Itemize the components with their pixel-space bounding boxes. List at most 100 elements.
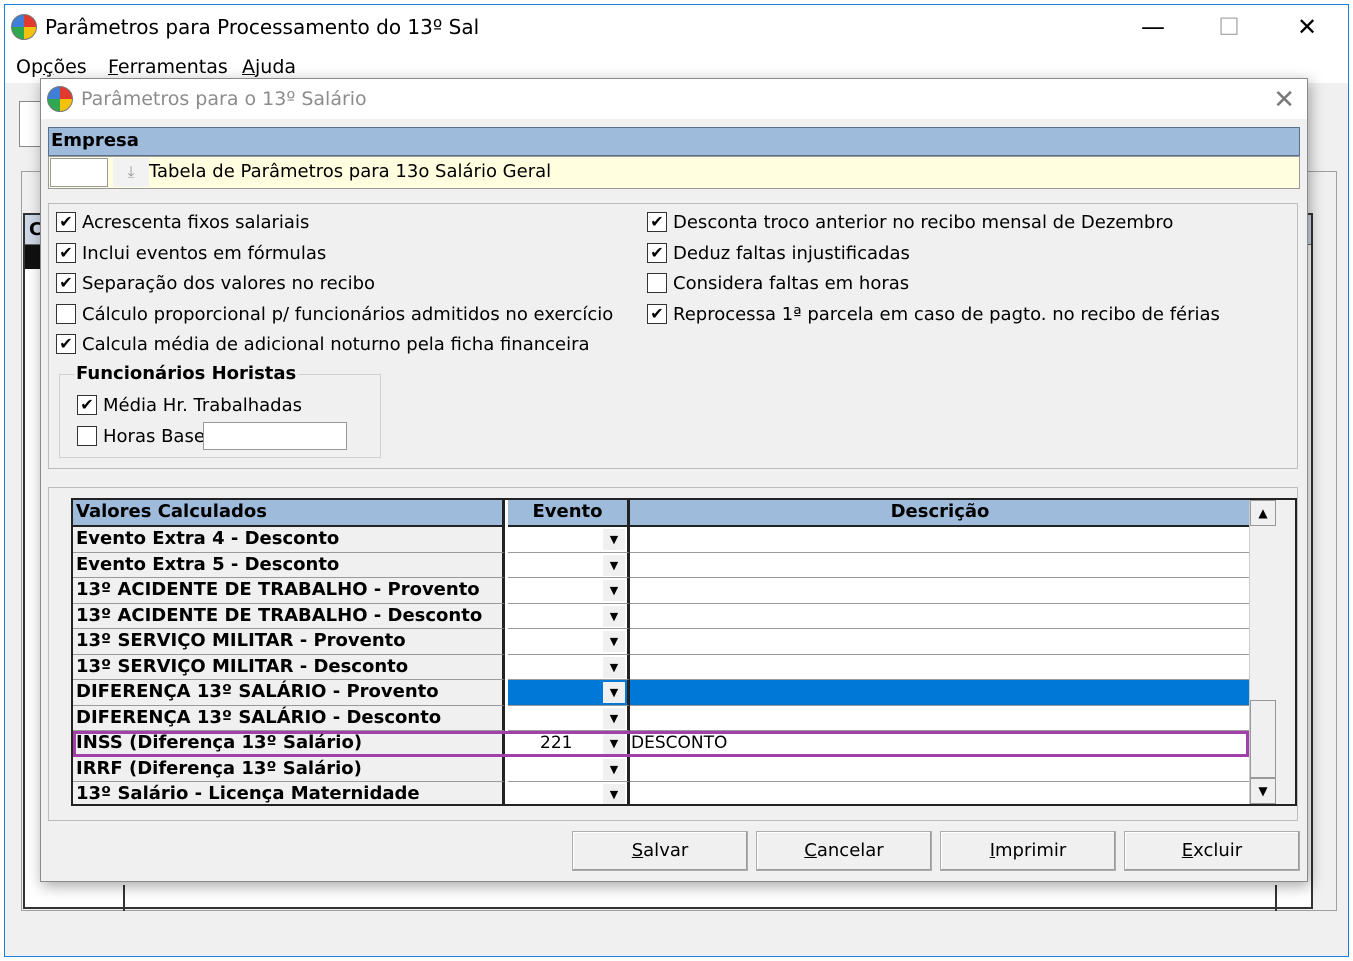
- chevron-down-icon[interactable]: ▼: [603, 554, 625, 576]
- chevron-down-icon[interactable]: ▼: [603, 631, 625, 652]
- evento-value: 221: [540, 733, 573, 753]
- options-group: ✔ Acrescenta fixos salariais ✔ Inclui ev…: [48, 203, 1298, 469]
- evento-cell[interactable]: ▼: [508, 654, 630, 680]
- table-row[interactable]: 13º Salário - Licença Maternidade ▼: [73, 782, 1249, 804]
- option-desconta-troco[interactable]: ✔ Desconta troco anterior no recibo mens…: [647, 209, 1173, 235]
- chevron-down-icon[interactable]: ▼: [603, 529, 625, 550]
- checkbox[interactable]: ✔: [56, 273, 76, 293]
- option-inclui-eventos[interactable]: ✔ Inclui eventos em fórmulas: [56, 240, 326, 266]
- option-calculo-proporcional[interactable]: Cálculo proporcional p/ funcionários adm…: [56, 301, 613, 327]
- table-row[interactable]: 13º SERVIÇO MILITAR - Provento ▼: [73, 629, 1249, 655]
- option-considera-faltas-horas[interactable]: Considera faltas em horas: [647, 270, 909, 296]
- empresa-row: ⤓ Tabela de Parâmetros para 13o Salário …: [48, 156, 1300, 189]
- table-row[interactable]: Evento Extra 4 - Desconto ▼: [73, 527, 1249, 553]
- scroll-down-icon[interactable]: ▼: [1250, 778, 1276, 804]
- scroll-up-icon[interactable]: ▲: [1250, 500, 1276, 526]
- imprimir-button[interactable]: Imprimir: [940, 831, 1116, 871]
- chevron-down-icon[interactable]: ▼: [603, 580, 625, 601]
- descricao-cell: [630, 654, 1249, 680]
- close-icon[interactable]: ✕: [1287, 11, 1327, 43]
- checkbox[interactable]: [647, 273, 667, 293]
- evento-cell[interactable]: ▼: [508, 756, 630, 782]
- excluir-button[interactable]: Excluir: [1124, 831, 1300, 871]
- table-row[interactable]: INSS (Diferença 13º Salário) 221 ▼ DESCONTO: [73, 731, 1249, 757]
- chevron-down-icon[interactable]: ▼: [603, 682, 625, 703]
- minimize-icon[interactable]: —: [1133, 11, 1173, 43]
- chevron-down-icon[interactable]: ▼: [603, 707, 625, 729]
- evento-cell[interactable]: ▼: [508, 552, 630, 578]
- checkbox[interactable]: ✔: [56, 334, 76, 354]
- chevron-down-icon[interactable]: ▼: [603, 784, 625, 804]
- option-deduz-faltas[interactable]: ✔ Deduz faltas injustificadas: [647, 240, 910, 266]
- descricao-cell: [630, 578, 1249, 604]
- row-label: DIFERENÇA 13º SALÁRIO - Provento: [73, 680, 505, 706]
- checkbox[interactable]: ✔: [647, 212, 667, 232]
- menu-opcoes[interactable]: Opções: [16, 56, 87, 78]
- option-separacao-valores[interactable]: ✔ Separação dos valores no recibo: [56, 270, 375, 296]
- main-titlebar: Parâmetros para Processamento do 13º Sal…: [5, 5, 1348, 49]
- chevron-down-icon[interactable]: ▼: [603, 656, 625, 678]
- evento-cell[interactable]: ▼: [508, 782, 630, 804]
- evento-cell[interactable]: ▼: [508, 629, 630, 655]
- menu-ajuda[interactable]: Ajuda: [242, 56, 296, 78]
- column-header-valores[interactable]: Valores Calculados: [73, 500, 505, 527]
- row-label: 13º Salário - Licença Maternidade: [73, 782, 505, 804]
- checkbox[interactable]: ✔: [56, 212, 76, 232]
- row-label: INSS (Diferença 13º Salário): [73, 731, 505, 757]
- chevron-down-icon[interactable]: ▼: [603, 758, 625, 780]
- descricao-cell: DESCONTO: [630, 731, 1249, 757]
- main-grid-row-indicator: [25, 245, 41, 269]
- column-header-descricao[interactable]: Descrição: [630, 500, 1249, 527]
- evento-cell[interactable]: ▼: [508, 578, 630, 604]
- values-table[interactable]: Valores Calculados Evento Descrição Even…: [71, 498, 1297, 806]
- main-grid-divider: [1275, 885, 1277, 911]
- checkbox[interactable]: [56, 304, 76, 324]
- horas-base-input[interactable]: [203, 422, 347, 450]
- evento-cell[interactable]: ▼: [508, 705, 630, 731]
- evento-cell[interactable]: 221 ▼: [508, 731, 630, 757]
- option-acrescenta-fixos[interactable]: ✔ Acrescenta fixos salariais: [56, 209, 309, 235]
- dialog-close-icon[interactable]: ✕: [1273, 85, 1295, 115]
- column-header-evento[interactable]: Evento: [508, 500, 630, 527]
- scroll-thumb[interactable]: [1250, 700, 1276, 778]
- menu-ferramentas[interactable]: Ferramentas: [108, 56, 228, 78]
- evento-cell[interactable]: ▼: [508, 680, 630, 706]
- evento-cell[interactable]: ▼: [508, 603, 630, 629]
- salvar-button[interactable]: Salvar: [572, 831, 748, 871]
- descricao-cell: [630, 603, 1249, 629]
- row-label: 13º ACIDENTE DE TRABALHO - Provento: [73, 578, 505, 604]
- checkbox[interactable]: ✔: [56, 243, 76, 263]
- table-row[interactable]: Evento Extra 5 - Desconto ▼: [73, 552, 1249, 578]
- table-row[interactable]: 13º ACIDENTE DE TRABALHO - Desconto ▼: [73, 603, 1249, 629]
- option-reprocessa-parcela[interactable]: ✔ Reprocessa 1ª parcela em caso de pagto…: [647, 301, 1220, 327]
- checkbox[interactable]: [77, 426, 97, 446]
- table-row[interactable]: IRRF (Diferença 13º Salário) ▼: [73, 756, 1249, 782]
- descricao-cell: [630, 629, 1249, 655]
- table-header-row: Valores Calculados Evento Descrição: [73, 500, 1249, 527]
- vertical-scrollbar[interactable]: ▲ ▼: [1249, 500, 1295, 804]
- cancelar-button[interactable]: Cancelar: [756, 831, 932, 871]
- empresa-code-input[interactable]: [50, 158, 108, 187]
- empresa-name: Tabela de Parâmetros para 13o Salário Ge…: [149, 161, 552, 182]
- checkbox[interactable]: ✔: [77, 395, 97, 415]
- dialog-titlebar: Parâmetros para o 13º Salário ✕: [41, 79, 1307, 119]
- dialog-title: Parâmetros para o 13º Salário: [81, 88, 367, 110]
- table-row[interactable]: 13º SERVIÇO MILITAR - Desconto ▼: [73, 654, 1249, 680]
- descricao-cell: [630, 705, 1249, 731]
- empresa-lookup-icon[interactable]: ⤓: [113, 158, 149, 187]
- checkbox[interactable]: ✔: [647, 304, 667, 324]
- chevron-down-icon[interactable]: ▼: [603, 733, 625, 754]
- values-table-group: Valores Calculados Evento Descrição Even…: [48, 487, 1298, 821]
- maximize-icon[interactable]: ☐: [1209, 11, 1249, 43]
- option-horas-base[interactable]: Horas Base: [77, 423, 205, 449]
- evento-cell[interactable]: ▼: [508, 527, 630, 553]
- option-media-adicional-noturno[interactable]: ✔ Calcula média de adicional noturno pel…: [56, 331, 590, 357]
- table-row[interactable]: DIFERENÇA 13º SALÁRIO - Desconto ▼: [73, 705, 1249, 731]
- table-row[interactable]: 13º ACIDENTE DE TRABALHO - Provento ▼: [73, 578, 1249, 604]
- table-row[interactable]: DIFERENÇA 13º SALÁRIO - Provento ▼: [73, 680, 1249, 706]
- row-label: 13º ACIDENTE DE TRABALHO - Desconto: [73, 603, 505, 629]
- horistas-group: Funcionários Horistas ✔ Média Hr. Trabal…: [59, 363, 381, 458]
- option-media-hr-trabalhadas[interactable]: ✔ Média Hr. Trabalhadas: [77, 392, 302, 418]
- checkbox[interactable]: ✔: [647, 243, 667, 263]
- chevron-down-icon[interactable]: ▼: [603, 605, 625, 627]
